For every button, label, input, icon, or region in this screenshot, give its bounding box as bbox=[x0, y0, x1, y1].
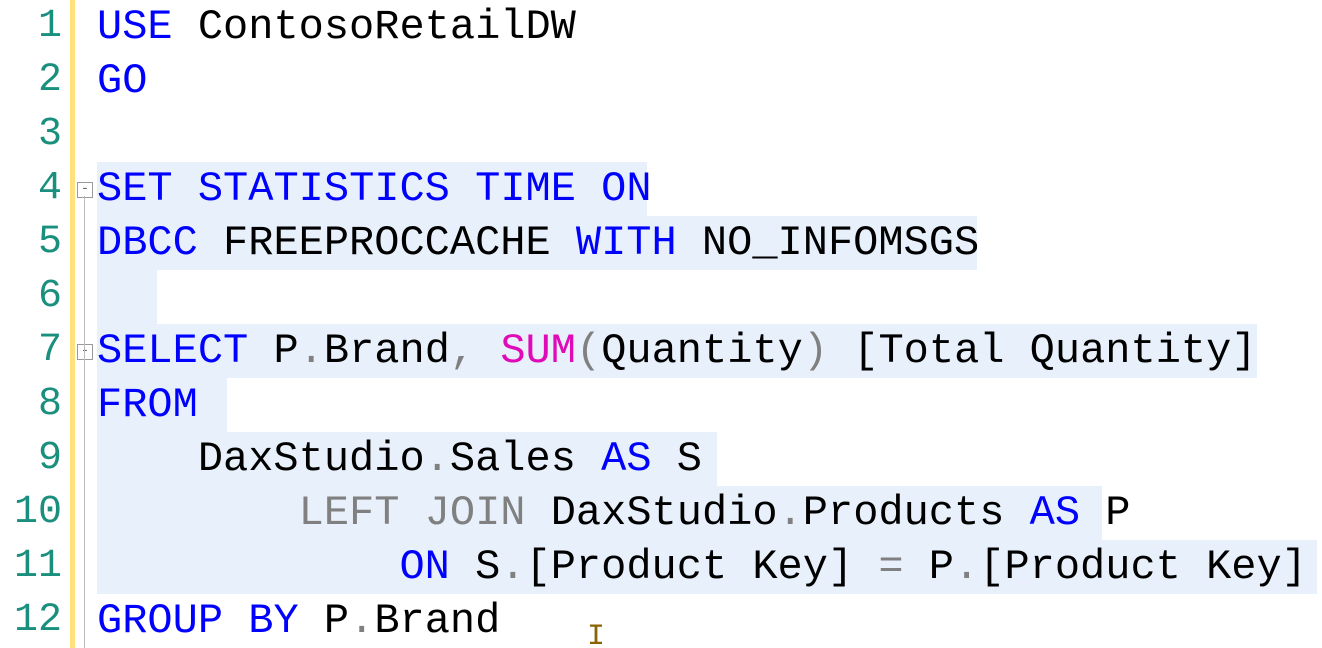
token-kw: GO bbox=[97, 57, 147, 105]
token-gray: ) bbox=[803, 327, 828, 375]
token-plain: S bbox=[450, 543, 500, 591]
token-plain: DaxStudio bbox=[526, 489, 778, 537]
token-kw: AS bbox=[1030, 489, 1080, 537]
token-kw: AS bbox=[601, 435, 651, 483]
token-plain: P bbox=[248, 327, 298, 375]
outline-guide bbox=[84, 358, 85, 648]
line-number: 8 bbox=[0, 378, 70, 432]
token-plain: ContosoRetailDW bbox=[173, 3, 576, 51]
code-line[interactable] bbox=[97, 108, 1322, 162]
line-number: 5 bbox=[0, 216, 70, 270]
token-gray: . bbox=[299, 327, 324, 375]
token-plain: Brand bbox=[374, 597, 500, 645]
token-plain: NO_INFOMSGS bbox=[677, 219, 979, 267]
code-line[interactable]: USE ContosoRetailDW bbox=[97, 0, 1322, 54]
token-agg: SUM bbox=[500, 327, 576, 375]
selection-highlight bbox=[97, 270, 157, 324]
token-plain bbox=[576, 165, 601, 213]
token-kw: SELECT bbox=[97, 327, 248, 375]
token-gray: . bbox=[778, 489, 803, 537]
token-plain bbox=[399, 489, 424, 537]
code-line[interactable]: DBCC FREEPROCCACHE WITH NO_INFOMSGS bbox=[97, 216, 1322, 270]
line-number: 4 bbox=[0, 162, 70, 216]
token-plain: Brand bbox=[324, 327, 450, 375]
token-gray: JOIN bbox=[425, 489, 526, 537]
code-line[interactable]: GROUP BY P.Brand bbox=[97, 594, 1322, 648]
token-kw: DBCC bbox=[97, 219, 198, 267]
token-gray: = bbox=[878, 543, 903, 591]
outline-fold-column[interactable]: -- bbox=[75, 0, 97, 648]
code-line[interactable]: LEFT JOIN DaxStudio.Products AS P bbox=[97, 486, 1322, 540]
token-gray: . bbox=[425, 435, 450, 483]
token-kw: TIME bbox=[475, 165, 576, 213]
code-line[interactable]: ON S.[Product Key] = P.[Product Key] bbox=[97, 540, 1322, 594]
token-plain bbox=[97, 489, 299, 537]
token-plain: S bbox=[652, 435, 702, 483]
line-number: 11 bbox=[0, 540, 70, 594]
token-gray: . bbox=[349, 597, 374, 645]
line-number: 7 bbox=[0, 324, 70, 378]
token-plain: [Product Key] bbox=[526, 543, 879, 591]
token-plain: Quantity bbox=[601, 327, 803, 375]
token-plain: [Total Quantity] bbox=[828, 327, 1256, 375]
line-number: 1 bbox=[0, 0, 70, 54]
token-plain bbox=[450, 165, 475, 213]
token-gray: . bbox=[954, 543, 979, 591]
token-plain: Sales bbox=[450, 435, 601, 483]
line-number: 2 bbox=[0, 54, 70, 108]
line-number-gutter: 123456789101112 bbox=[0, 0, 75, 648]
token-kw: USE bbox=[97, 3, 173, 51]
sql-editor[interactable]: 123456789101112 -- USE ContosoRetailDWGO… bbox=[0, 0, 1322, 648]
token-plain: DaxStudio bbox=[97, 435, 425, 483]
token-plain: P bbox=[1080, 489, 1130, 537]
token-plain bbox=[475, 327, 500, 375]
code-area[interactable]: USE ContosoRetailDWGOSET STATISTICS TIME… bbox=[97, 0, 1322, 648]
token-gray: . bbox=[500, 543, 525, 591]
token-kw: GROUP bbox=[97, 597, 223, 645]
token-plain: P bbox=[299, 597, 349, 645]
code-line[interactable] bbox=[97, 270, 1322, 324]
line-number: 12 bbox=[0, 594, 70, 648]
token-kw: BY bbox=[248, 597, 298, 645]
code-line[interactable]: GO bbox=[97, 54, 1322, 108]
code-line[interactable]: SET STATISTICS TIME ON bbox=[97, 162, 1322, 216]
token-kw: WITH bbox=[576, 219, 677, 267]
token-plain bbox=[173, 165, 198, 213]
text-cursor-icon: I bbox=[587, 620, 605, 648]
token-gray: ( bbox=[576, 327, 601, 375]
code-line[interactable]: DaxStudio.Sales AS S bbox=[97, 432, 1322, 486]
token-kw: SET bbox=[97, 165, 173, 213]
token-gray: , bbox=[450, 327, 475, 375]
token-kw: ON bbox=[601, 165, 651, 213]
token-plain: Products bbox=[803, 489, 1030, 537]
line-number: 10 bbox=[0, 486, 70, 540]
code-line[interactable]: SELECT P.Brand, SUM(Quantity) [Total Qua… bbox=[97, 324, 1322, 378]
collapse-toggle-icon[interactable]: - bbox=[77, 182, 93, 198]
line-number: 3 bbox=[0, 108, 70, 162]
token-plain: FREEPROCCACHE bbox=[198, 219, 576, 267]
collapse-toggle-icon[interactable]: - bbox=[77, 344, 93, 360]
token-plain: P bbox=[904, 543, 954, 591]
token-kw: FROM bbox=[97, 381, 198, 429]
token-plain bbox=[97, 543, 399, 591]
token-plain bbox=[223, 597, 248, 645]
line-number: 6 bbox=[0, 270, 70, 324]
line-number: 9 bbox=[0, 432, 70, 486]
token-kw: STATISTICS bbox=[198, 165, 450, 213]
token-kw: ON bbox=[399, 543, 449, 591]
code-line[interactable]: FROM bbox=[97, 378, 1322, 432]
token-plain: [Product Key] bbox=[979, 543, 1307, 591]
token-gray: LEFT bbox=[299, 489, 400, 537]
